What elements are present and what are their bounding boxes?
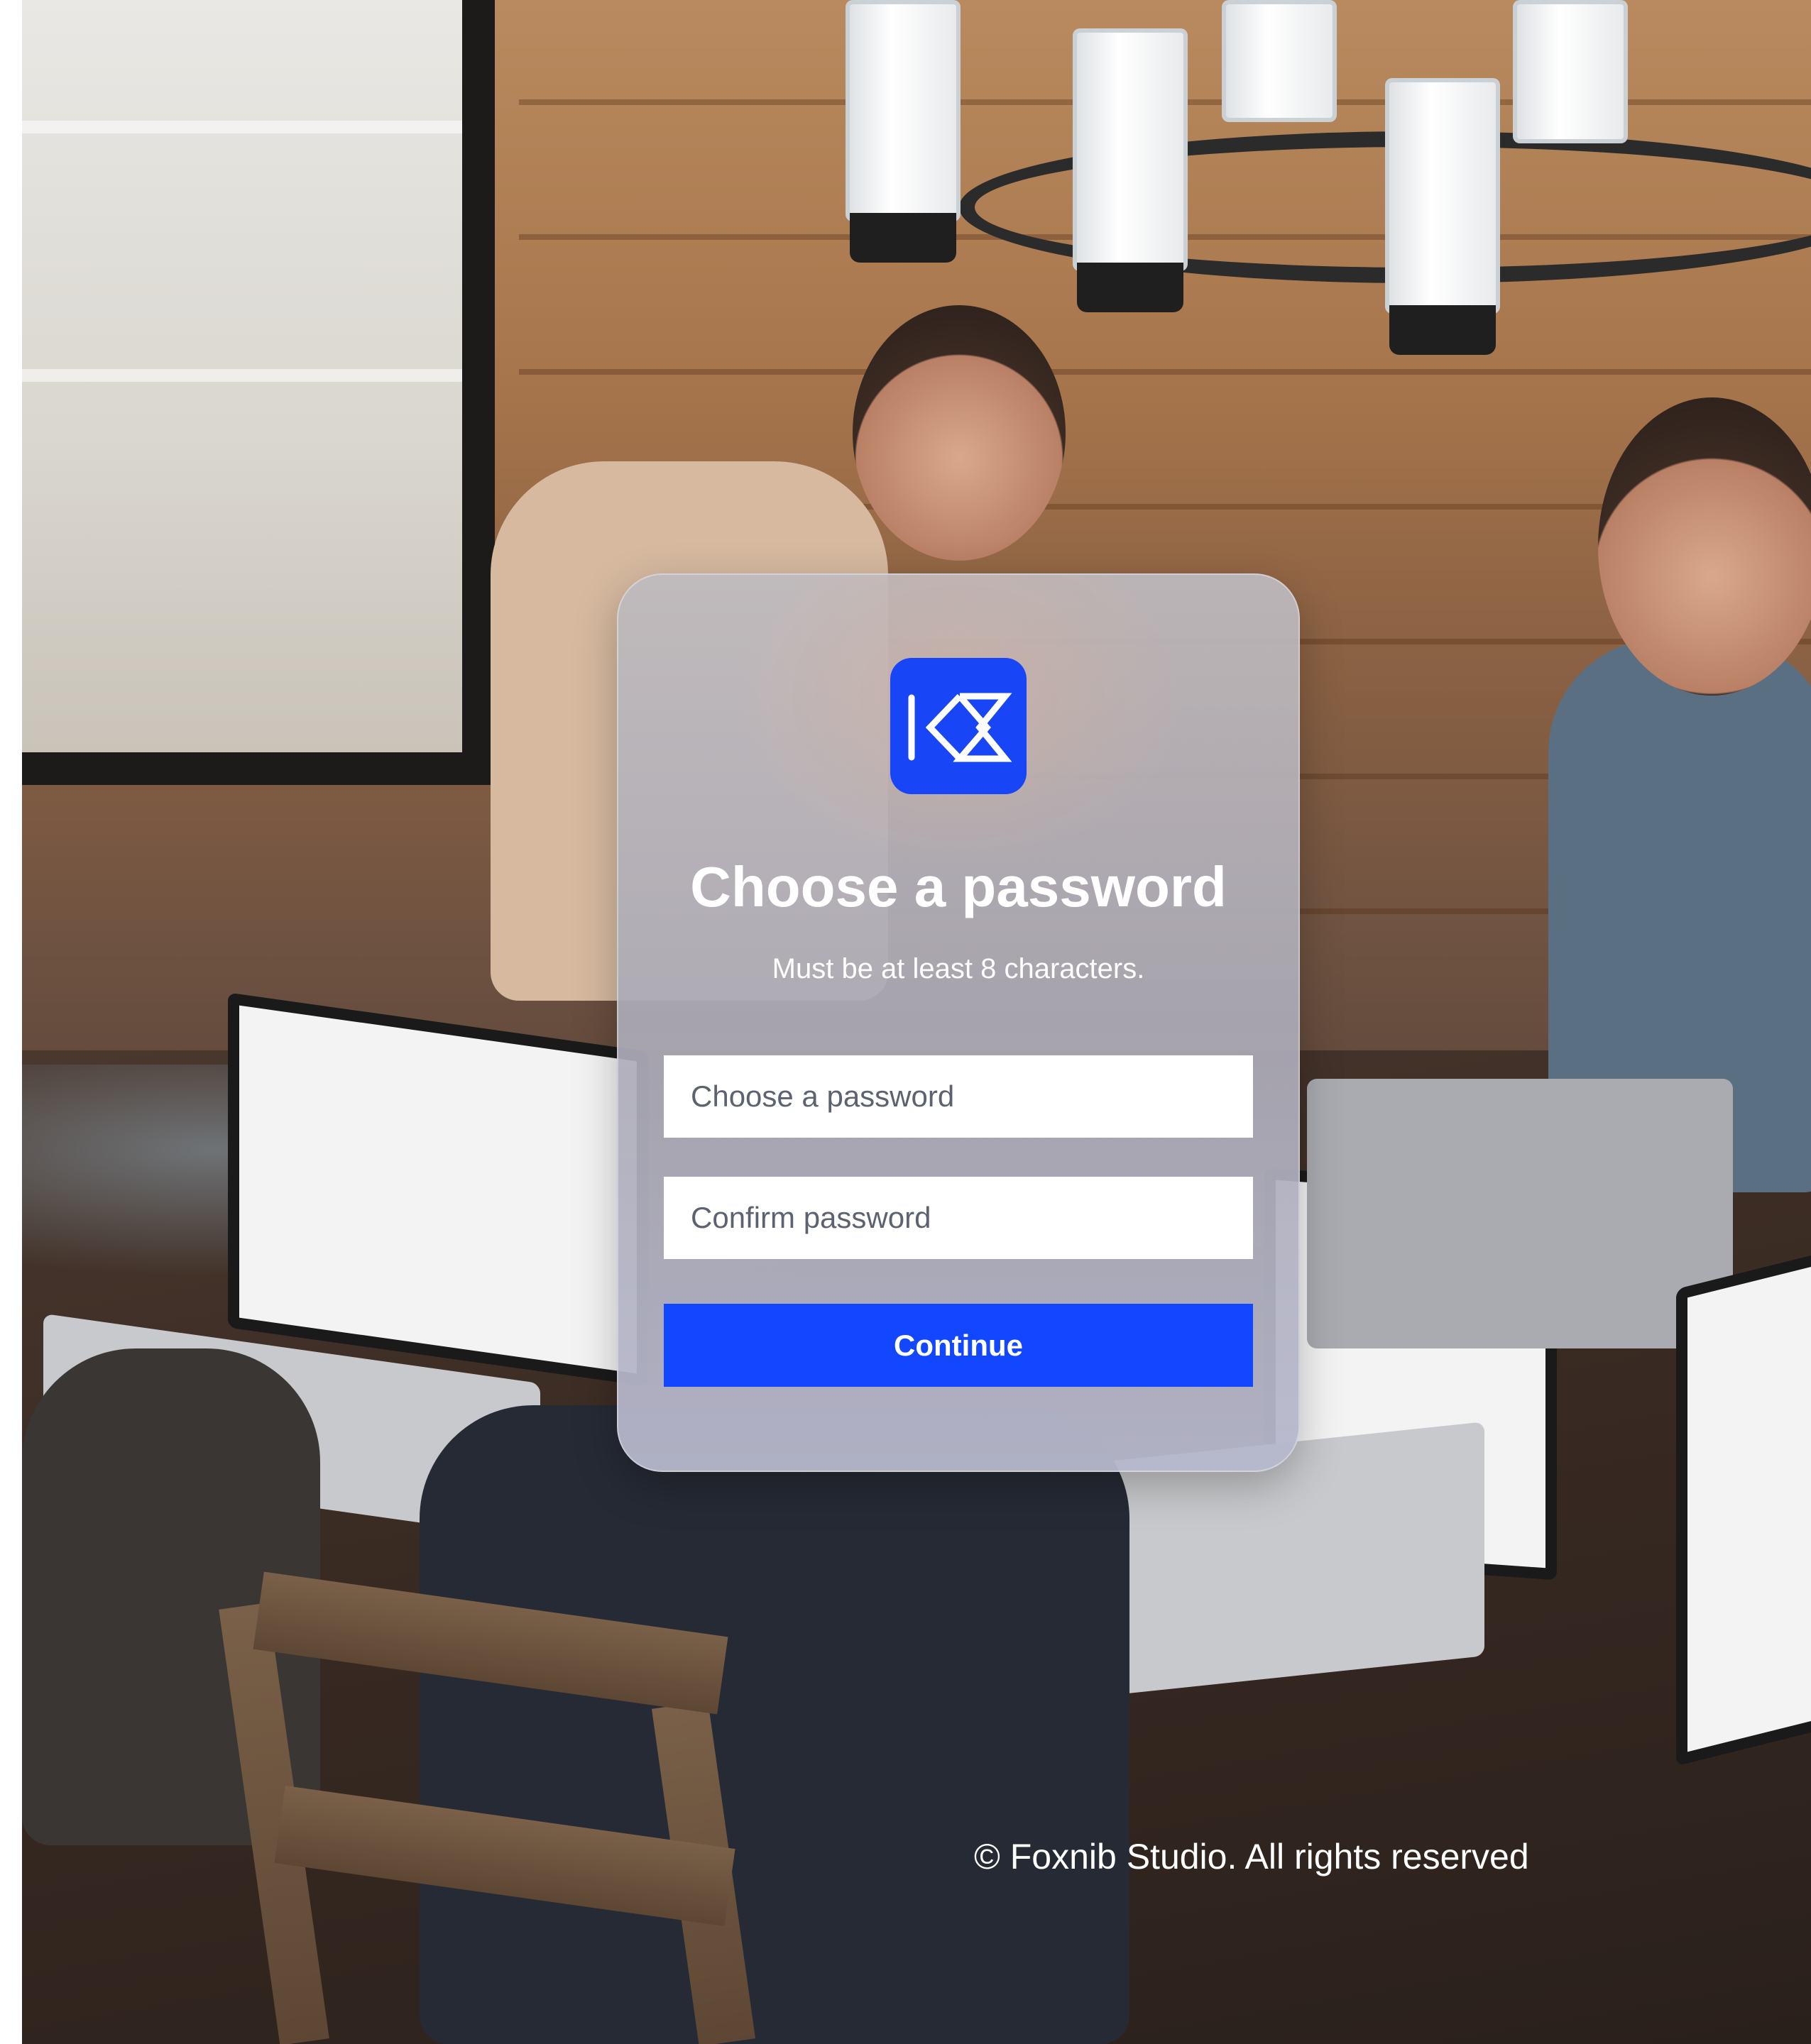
k-chevron-logo-icon [890,658,1027,794]
candle [1513,0,1628,143]
password-requirement-text: Must be at least 8 characters. [772,953,1145,984]
logo-mark [908,693,1012,762]
candle-base [1389,305,1496,355]
candle-base [850,213,956,263]
page-title: Choose a password [690,855,1227,918]
person-body [420,1405,1129,2044]
password-card: Choose a password Must be at least 8 cha… [617,573,1300,1472]
copyright-footer: © Foxnib Studio. All rights reserved [974,1837,1529,1877]
person-head [853,305,1066,561]
candle-base [1077,263,1183,312]
confirm-password-input[interactable] [664,1177,1253,1259]
laptop-back [1307,1079,1733,1348]
password-input[interactable] [664,1055,1253,1138]
candle [1385,78,1500,314]
person-head [1598,397,1811,696]
continue-button[interactable]: Continue [664,1304,1253,1387]
candle [1073,28,1188,271]
window-rail [22,369,462,382]
candle [1222,0,1337,122]
laptop-screen [228,992,648,1387]
window-rail [22,121,462,133]
candle [846,0,961,221]
laptop-screen [1676,1237,1811,1766]
window [22,0,495,785]
wall-plank [519,369,1811,375]
